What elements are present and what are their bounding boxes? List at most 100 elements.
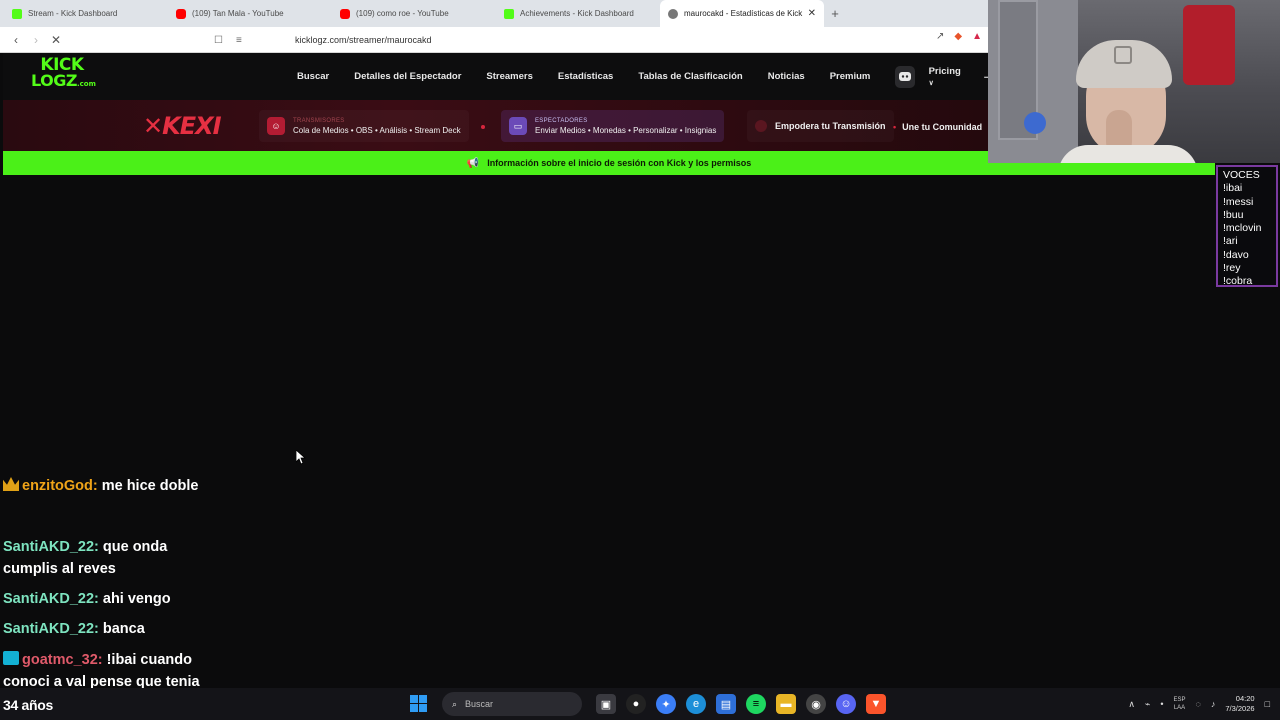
discord-taskbar-icon[interactable]: ☺ — [836, 694, 856, 714]
notice-text: Información sobre el inicio de sesión co… — [487, 158, 752, 168]
pricing-dropdown[interactable]: Pricing ∨ — [929, 66, 964, 88]
nav-item-premium[interactable]: Premium — [830, 71, 871, 82]
kexi-logo: ✕KEXI — [143, 112, 222, 140]
chat-username: SantiAKD_22: — [3, 591, 99, 607]
promo-chip-viewers[interactable]: ▭ ESPECTADORES Enviar Medios • Monedas •… — [501, 110, 725, 142]
chip-big-label: Enviar Medios • Monedas • Personalizar •… — [535, 125, 717, 135]
browser-tab[interactable]: Stream - Kick Dashboard — [4, 0, 168, 27]
site-info-icon[interactable]: ≡ — [236, 35, 242, 46]
lang-line2: LAA — [1173, 705, 1186, 711]
nav-item-streamers[interactable]: Streamers — [486, 71, 532, 82]
youtube-favicon-icon — [176, 8, 186, 19]
taskbar-search-input[interactable]: ⌕ Buscar — [442, 692, 582, 716]
monitor-icon: ▭ — [509, 117, 527, 135]
new-tab-button[interactable]: + — [824, 0, 846, 27]
task-view-icon[interactable]: ▣ — [596, 694, 616, 714]
browser-tab-active[interactable]: maurocakd - Estadísticas de Kick ✕ — [660, 0, 824, 27]
windows-start-icon[interactable] — [410, 695, 428, 713]
chat-username: goatmc_32: — [22, 652, 103, 668]
subscriber-badge-icon — [3, 651, 19, 665]
volume-icon[interactable]: ♪ — [1211, 699, 1216, 709]
chat-text: banca — [102, 621, 145, 637]
copilot-icon[interactable]: ✦ — [656, 694, 676, 714]
promo-tail: • Une tu Comunidad — [893, 122, 982, 132]
browser-tab[interactable]: (109) Tan Mala - YouTube — [168, 0, 332, 27]
spotify-icon[interactable]: ≡ — [746, 694, 766, 714]
url-input[interactable]: kicklogz.com/streamer/maurocakd — [295, 35, 432, 45]
browser-tab[interactable]: Achievements - Kick Dashboard — [496, 0, 660, 27]
chevron-up-icon[interactable]: ∧ — [1128, 699, 1135, 710]
kicklogz-favicon-icon — [668, 8, 678, 19]
bookmark-icon[interactable]: ☐ — [214, 35, 223, 46]
chat-text: me hice doble — [101, 478, 199, 494]
kick-favicon-icon — [12, 8, 22, 19]
voice-command: !messi — [1223, 195, 1254, 208]
webcam-jersey — [1183, 5, 1235, 85]
brave-rewards-icon[interactable]: ▲ — [972, 31, 982, 42]
system-tray: ∧ ⌁ • ESP LAA ◌ ♪ 04:20 7/3/2026 □ — [1128, 688, 1270, 720]
taskbar-apps: ⌕ Buscar ▣ ● ✦ e ▤ ≡ ▬ ◉ ☺ ▼ — [410, 688, 886, 720]
clock[interactable]: 04:20 7/3/2026 — [1225, 694, 1254, 714]
store-icon[interactable]: ▤ — [716, 694, 736, 714]
nav-item-noticias[interactable]: Noticias — [768, 71, 805, 82]
wifi-icon[interactable]: ◌ — [1196, 699, 1201, 709]
chat-message: goatmc_32: !ibai cuando conoci a val pens… — [3, 649, 233, 693]
browser-tab[interactable]: (109) como roe - YouTube — [332, 0, 496, 27]
chat-message: enzitoGod: me hice doble — [3, 475, 243, 497]
back-arrow-icon[interactable]: ‹ — [6, 33, 26, 47]
webcam-body — [1058, 145, 1198, 163]
kicklogz-logo[interactable]: KICK LOGZ.com — [31, 57, 96, 94]
kexi-brand: KEXI — [162, 112, 221, 140]
reload-icon[interactable]: ✕ — [46, 33, 66, 47]
voice-command: !mclovin — [1223, 222, 1262, 235]
chevron-down-icon: ∨ — [928, 79, 934, 87]
voice-command: !cobra — [1223, 275, 1253, 288]
file-explorer-icon[interactable]: ▬ — [776, 694, 796, 714]
lang-line1: ESP — [1173, 697, 1186, 703]
notification-icon[interactable]: □ — [1265, 699, 1270, 709]
age-label: 34 años — [3, 697, 54, 713]
clock-time: 04:20 — [1235, 694, 1255, 703]
share-icon[interactable]: ↗ — [936, 31, 944, 42]
pricing-label: Pricing — [928, 65, 961, 77]
logo-suffix: .com — [76, 80, 96, 88]
app-icon[interactable]: ◉ — [806, 694, 826, 714]
voice-command: !davo — [1223, 248, 1249, 261]
nav-item-detalles-espectador[interactable]: Detalles del Espectador — [354, 71, 461, 82]
search-placeholder: Buscar — [465, 699, 494, 709]
promo-banner[interactable]: ✕KEXI ☺ TRANSMISORES Cola de Medios • OB… — [3, 100, 988, 151]
megaphone-icon: 📢 — [466, 157, 480, 169]
nav-item-buscar[interactable]: Buscar — [297, 71, 329, 82]
edge-icon[interactable]: e — [686, 694, 706, 714]
nav-item-tablas[interactable]: Tablas de Clasificación — [638, 71, 742, 82]
separator-dot: • — [893, 122, 897, 132]
tab-label: (109) Tan Mala - YouTube — [192, 9, 284, 18]
close-tab-icon[interactable]: ✕ — [808, 8, 816, 19]
promo-chip-streamers[interactable]: ☺ TRANSMISORES Cola de Medios • OBS • An… — [259, 110, 469, 142]
promo-chip-empower[interactable]: Empodera tu Transmisión — [747, 110, 894, 142]
nav-item-estadisticas[interactable]: Estadísticas — [558, 71, 613, 82]
discord-button[interactable] — [895, 65, 915, 88]
chip-text: ESPECTADORES Enviar Medios • Monedas • P… — [535, 118, 716, 135]
address-bar: ‹ › ✕ ☐ ≡ kicklogz.com/streamer/maurocak… — [0, 27, 988, 53]
clock-date: 7/3/2026 — [1225, 704, 1255, 713]
search-icon: ⌕ — [452, 698, 458, 709]
voices-title: VOCES — [1223, 169, 1260, 181]
brave-browser-icon[interactable]: ▼ — [866, 694, 886, 714]
network-icon[interactable]: ⌁ — [1145, 699, 1150, 710]
brave-shield-icon[interactable]: ◆ — [954, 31, 962, 42]
voices-overlay: VOCES !ibai !messi !buu !mclovin !ari !d… — [1216, 165, 1278, 287]
language-indicator[interactable]: ESP LAA — [1173, 696, 1185, 712]
cap-logo-icon — [1114, 46, 1132, 64]
chat-username: enzitoGod: — [22, 478, 98, 494]
tab-label: Achievements - Kick Dashboard — [520, 9, 634, 18]
forward-arrow-icon[interactable]: › — [26, 33, 46, 47]
chat-message: SantiAKD_22: banca — [3, 618, 243, 640]
obs-icon[interactable]: ● — [626, 694, 646, 714]
bolt-icon — [755, 120, 767, 132]
browser-actions: ↗ ◆ ▲ — [936, 31, 982, 42]
crown-badge-icon — [3, 477, 19, 491]
chat-username: SantiAKD_22: — [3, 621, 99, 637]
kick-favicon-icon — [504, 8, 514, 19]
mic-icon[interactable]: • — [1160, 699, 1163, 709]
